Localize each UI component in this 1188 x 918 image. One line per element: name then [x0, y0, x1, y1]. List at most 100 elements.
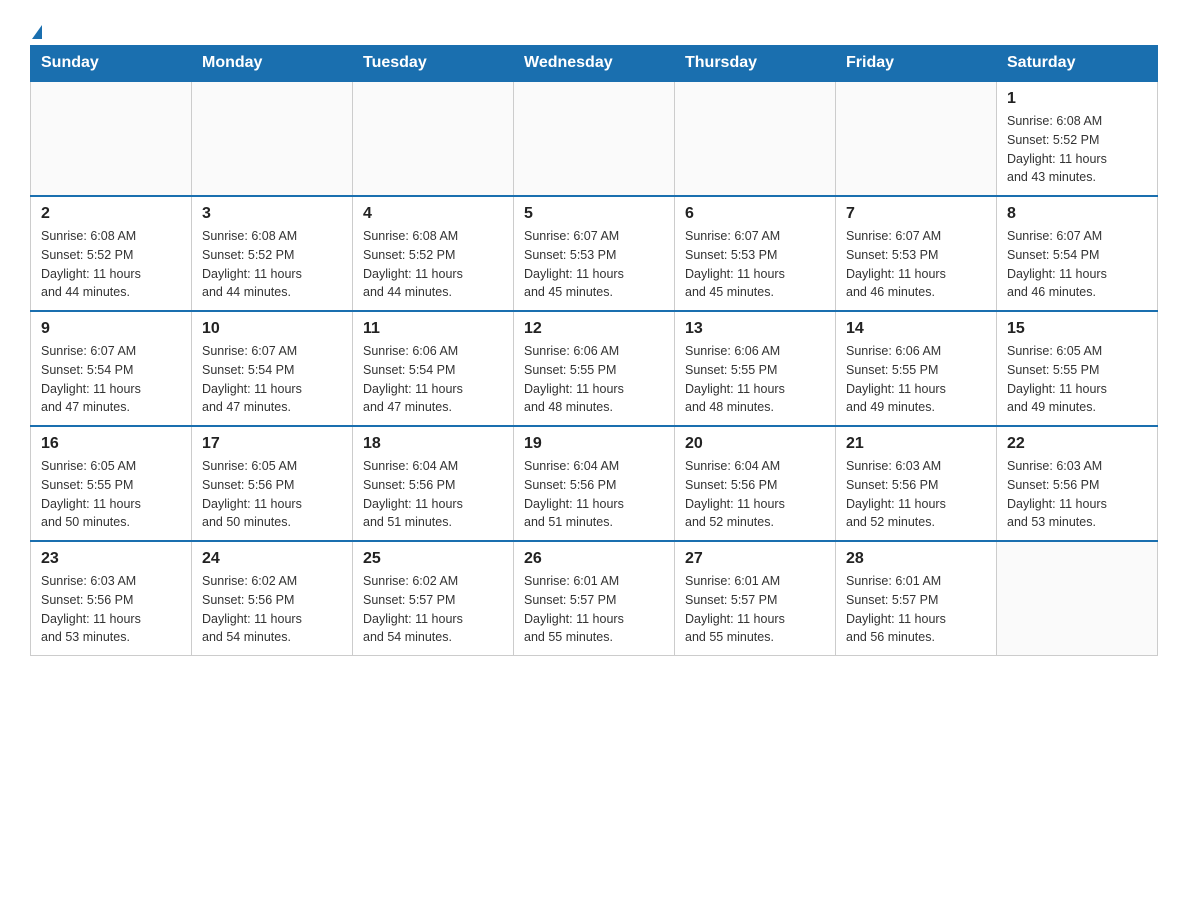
week-row-2: 2 Sunrise: 6:08 AM Sunset: 5:52 PM Daylig…	[31, 196, 1158, 311]
day-info: Sunrise: 6:08 AM Sunset: 5:52 PM Dayligh…	[363, 227, 503, 302]
calendar-cell	[997, 541, 1158, 656]
day-number: 3	[202, 205, 342, 223]
week-row-3: 9 Sunrise: 6:07 AM Sunset: 5:54 PM Daylig…	[31, 311, 1158, 426]
day-number: 8	[1007, 205, 1147, 223]
calendar-cell: 7 Sunrise: 6:07 AM Sunset: 5:53 PM Daylig…	[836, 196, 997, 311]
day-number: 2	[41, 205, 181, 223]
day-number: 10	[202, 320, 342, 338]
day-info: Sunrise: 6:07 AM Sunset: 5:53 PM Dayligh…	[685, 227, 825, 302]
calendar-cell: 22 Sunrise: 6:03 AM Sunset: 5:56 PM Dayli…	[997, 426, 1158, 541]
calendar-cell: 14 Sunrise: 6:06 AM Sunset: 5:55 PM Dayli…	[836, 311, 997, 426]
day-number: 22	[1007, 435, 1147, 453]
day-info: Sunrise: 6:02 AM Sunset: 5:57 PM Dayligh…	[363, 572, 503, 647]
day-number: 13	[685, 320, 825, 338]
weekday-header-thursday: Thursday	[675, 46, 836, 82]
logo-triangle-icon	[32, 25, 42, 39]
calendar-cell: 27Sunrise: 6:01 AM Sunset: 5:57 PM Dayli…	[675, 541, 836, 656]
day-number: 1	[1007, 90, 1147, 108]
day-number: 25	[363, 550, 503, 568]
day-info: Sunrise: 6:06 AM Sunset: 5:54 PM Dayligh…	[363, 342, 503, 417]
calendar-cell	[675, 81, 836, 196]
day-info: Sunrise: 6:05 AM Sunset: 5:55 PM Dayligh…	[41, 457, 181, 532]
calendar-cell: 25 Sunrise: 6:02 AM Sunset: 5:57 PM Dayli…	[353, 541, 514, 656]
day-info: Sunrise: 6:07 AM Sunset: 5:53 PM Dayligh…	[524, 227, 664, 302]
calendar-cell: 12 Sunrise: 6:06 AM Sunset: 5:55 PM Dayli…	[514, 311, 675, 426]
calendar-cell: 8 Sunrise: 6:07 AM Sunset: 5:54 PM Daylig…	[997, 196, 1158, 311]
weekday-header-monday: Monday	[192, 46, 353, 82]
day-info: Sunrise: 6:07 AM Sunset: 5:54 PM Dayligh…	[1007, 227, 1147, 302]
calendar-cell: 20 Sunrise: 6:04 AM Sunset: 5:56 PM Dayli…	[675, 426, 836, 541]
calendar-table: SundayMondayTuesdayWednesdayThursdayFrid…	[30, 45, 1158, 656]
weekday-header-wednesday: Wednesday	[514, 46, 675, 82]
calendar-cell: 26 Sunrise: 6:01 AM Sunset: 5:57 PM Dayli…	[514, 541, 675, 656]
day-number: 15	[1007, 320, 1147, 338]
day-info: Sunrise: 6:03 AM Sunset: 5:56 PM Dayligh…	[846, 457, 986, 532]
day-number: 17	[202, 435, 342, 453]
day-info: Sunrise: 6:06 AM Sunset: 5:55 PM Dayligh…	[846, 342, 986, 417]
day-info: Sunrise: 6:03 AM Sunset: 5:56 PM Dayligh…	[41, 572, 181, 647]
day-info: Sunrise: 6:05 AM Sunset: 5:55 PM Dayligh…	[1007, 342, 1147, 417]
day-number: 26	[524, 550, 664, 568]
calendar-cell	[353, 81, 514, 196]
calendar-cell: 3 Sunrise: 6:08 AM Sunset: 5:52 PM Daylig…	[192, 196, 353, 311]
day-info: Sunrise: 6:04 AM Sunset: 5:56 PM Dayligh…	[363, 457, 503, 532]
day-number: 28	[846, 550, 986, 568]
day-number: 19	[524, 435, 664, 453]
calendar-cell: 11 Sunrise: 6:06 AM Sunset: 5:54 PM Dayli…	[353, 311, 514, 426]
week-row-1: 1Sunrise: 6:08 AM Sunset: 5:52 PM Daylig…	[31, 81, 1158, 196]
day-number: 11	[363, 320, 503, 338]
header	[30, 20, 1158, 35]
calendar-cell: 13 Sunrise: 6:06 AM Sunset: 5:55 PM Dayli…	[675, 311, 836, 426]
calendar-cell: 15 Sunrise: 6:05 AM Sunset: 5:55 PM Dayli…	[997, 311, 1158, 426]
day-number: 27	[685, 550, 825, 568]
day-info: Sunrise: 6:06 AM Sunset: 5:55 PM Dayligh…	[524, 342, 664, 417]
day-info: Sunrise: 6:03 AM Sunset: 5:56 PM Dayligh…	[1007, 457, 1147, 532]
calendar-cell: 16Sunrise: 6:05 AM Sunset: 5:55 PM Dayli…	[31, 426, 192, 541]
day-info: Sunrise: 6:08 AM Sunset: 5:52 PM Dayligh…	[202, 227, 342, 302]
calendar-cell: 5 Sunrise: 6:07 AM Sunset: 5:53 PM Daylig…	[514, 196, 675, 311]
logo	[30, 20, 42, 35]
day-info: Sunrise: 6:04 AM Sunset: 5:56 PM Dayligh…	[524, 457, 664, 532]
calendar-cell: 4 Sunrise: 6:08 AM Sunset: 5:52 PM Daylig…	[353, 196, 514, 311]
day-number: 6	[685, 205, 825, 223]
calendar-cell: 21 Sunrise: 6:03 AM Sunset: 5:56 PM Dayli…	[836, 426, 997, 541]
calendar-cell	[514, 81, 675, 196]
day-number: 21	[846, 435, 986, 453]
calendar-cell: 2 Sunrise: 6:08 AM Sunset: 5:52 PM Daylig…	[31, 196, 192, 311]
weekday-header-row: SundayMondayTuesdayWednesdayThursdayFrid…	[31, 46, 1158, 82]
day-number: 5	[524, 205, 664, 223]
day-info: Sunrise: 6:01 AM Sunset: 5:57 PM Dayligh…	[524, 572, 664, 647]
weekday-header-tuesday: Tuesday	[353, 46, 514, 82]
day-number: 4	[363, 205, 503, 223]
day-info: Sunrise: 6:04 AM Sunset: 5:56 PM Dayligh…	[685, 457, 825, 532]
week-row-5: 23 Sunrise: 6:03 AM Sunset: 5:56 PM Dayli…	[31, 541, 1158, 656]
day-info: Sunrise: 6:06 AM Sunset: 5:55 PM Dayligh…	[685, 342, 825, 417]
calendar-cell: 9Sunrise: 6:07 AM Sunset: 5:54 PM Daylig…	[31, 311, 192, 426]
weekday-header-friday: Friday	[836, 46, 997, 82]
day-info: Sunrise: 6:07 AM Sunset: 5:53 PM Dayligh…	[846, 227, 986, 302]
calendar-cell: 17 Sunrise: 6:05 AM Sunset: 5:56 PM Dayli…	[192, 426, 353, 541]
day-number: 23	[41, 550, 181, 568]
calendar-cell: 18 Sunrise: 6:04 AM Sunset: 5:56 PM Dayli…	[353, 426, 514, 541]
weekday-header-sunday: Sunday	[31, 46, 192, 82]
day-info: Sunrise: 6:08 AM Sunset: 5:52 PM Dayligh…	[41, 227, 181, 302]
calendar-cell: 10 Sunrise: 6:07 AM Sunset: 5:54 PM Dayli…	[192, 311, 353, 426]
calendar-cell: 24Sunrise: 6:02 AM Sunset: 5:56 PM Dayli…	[192, 541, 353, 656]
day-number: 20	[685, 435, 825, 453]
day-number: 9	[41, 320, 181, 338]
day-number: 14	[846, 320, 986, 338]
calendar-cell	[836, 81, 997, 196]
calendar-cell: 19 Sunrise: 6:04 AM Sunset: 5:56 PM Dayli…	[514, 426, 675, 541]
day-number: 24	[202, 550, 342, 568]
day-info: Sunrise: 6:05 AM Sunset: 5:56 PM Dayligh…	[202, 457, 342, 532]
calendar-cell	[31, 81, 192, 196]
day-info: Sunrise: 6:01 AM Sunset: 5:57 PM Dayligh…	[846, 572, 986, 647]
calendar-cell: 6 Sunrise: 6:07 AM Sunset: 5:53 PM Daylig…	[675, 196, 836, 311]
day-number: 12	[524, 320, 664, 338]
calendar-cell: 23 Sunrise: 6:03 AM Sunset: 5:56 PM Dayli…	[31, 541, 192, 656]
week-row-4: 16Sunrise: 6:05 AM Sunset: 5:55 PM Dayli…	[31, 426, 1158, 541]
day-info: Sunrise: 6:07 AM Sunset: 5:54 PM Dayligh…	[202, 342, 342, 417]
calendar-cell: 1Sunrise: 6:08 AM Sunset: 5:52 PM Daylig…	[997, 81, 1158, 196]
day-number: 7	[846, 205, 986, 223]
day-number: 18	[363, 435, 503, 453]
